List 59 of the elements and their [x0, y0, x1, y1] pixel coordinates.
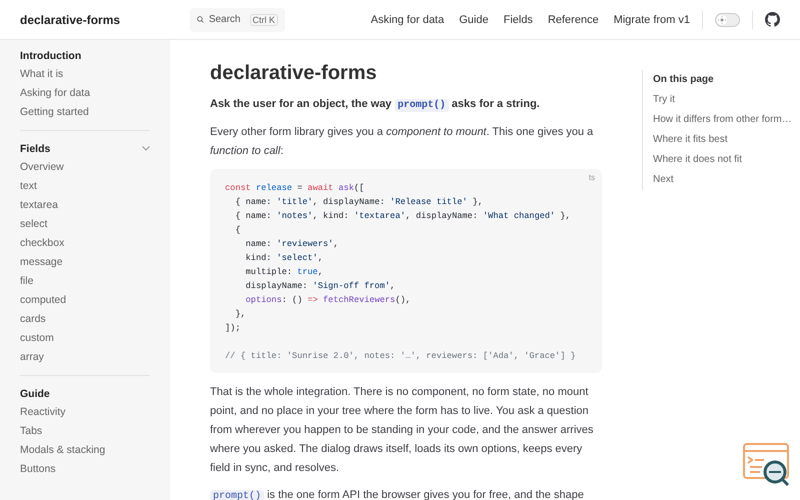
sidebar-link[interactable]: Reactivity [20, 403, 150, 422]
toc-link[interactable]: Where it fits best [653, 130, 793, 150]
nav-link[interactable]: Fields [503, 14, 533, 26]
sidebar-link[interactable]: Buttons [20, 460, 150, 479]
sidebar-link[interactable]: Asking for data [20, 84, 150, 103]
code-inspect-icon[interactable] [742, 442, 792, 488]
sidebar-link[interactable]: array [20, 348, 150, 367]
sun-icon [718, 16, 726, 24]
search-icon [197, 14, 204, 25]
sidebar-link[interactable]: What it is [20, 65, 150, 84]
sidebar-link[interactable]: cards [20, 310, 150, 329]
shortcut-hint: Ctrl K [250, 14, 278, 26]
sidebar-link[interactable]: custom [20, 329, 150, 348]
nav-link[interactable]: Guide [459, 14, 488, 26]
code-line: }, [234, 308, 246, 321]
code-line: name: 'reviewers', [244, 238, 338, 251]
code-line: const release = await ask([ [225, 182, 364, 195]
nav-link[interactable]: Migrate from v1 [614, 14, 690, 26]
paragraph: prompt() is the one form API the browser gives you for free, and the shape [210, 486, 602, 500]
code-line: { name: 'notes', kind: 'textarea', displayName: 'What changed' }, [234, 210, 571, 223]
code-line: { [234, 224, 240, 237]
page-title: declarative-forms [210, 62, 378, 85]
sidebar-link[interactable]: Getting started [20, 103, 150, 122]
search-button[interactable]: Search Ctrl K [190, 8, 285, 32]
sidebar-link[interactable]: Modals & stacking [20, 441, 150, 460]
paragraph: Every other form library gives you a component to mount. This one gives you a function to call: [210, 125, 594, 159]
nav-link[interactable]: Asking for data [370, 14, 444, 26]
toc-link[interactable]: Where it does not fit [653, 150, 793, 170]
code-line: ]); [225, 322, 240, 335]
sidebar-link[interactable]: select [20, 215, 150, 234]
sidebar-link[interactable]: computed [20, 291, 150, 310]
sidebar-link[interactable]: textarea [20, 196, 150, 215]
toc-link[interactable]: Try it [653, 90, 793, 110]
sidebar-group-title: Guide [20, 388, 50, 400]
sidebar-link[interactable]: file [20, 272, 150, 291]
language-label: ts [588, 173, 595, 182]
code-line: displayName: 'Sign-off from', [244, 280, 396, 293]
code-line: options: () => fetchReviewers(), [244, 294, 411, 307]
sidebar-link[interactable]: checkbox [20, 234, 150, 253]
toc-title: On this page [653, 73, 715, 87]
sidebar-link[interactable]: Overview [20, 158, 150, 177]
sidebar-group-title: Introduction [20, 50, 82, 62]
sidebar-link[interactable]: text [20, 177, 150, 196]
sidebar-link[interactable]: Tabs [20, 422, 150, 441]
sidebar-link[interactable]: message [20, 253, 150, 272]
theme-switch[interactable] [715, 12, 740, 26]
lead-sentence: Ask the user for an object, the way prompt() asks for a string. [210, 97, 541, 114]
nav-link[interactable]: Reference [548, 14, 599, 26]
toc-link[interactable]: Next [653, 170, 793, 190]
toc-link[interactable]: How it differs from other form… [653, 110, 793, 130]
code-line: // { title: 'Sunrise 2.0', notes: '…', reviewers: ['Ada', 'Grace'] } [225, 350, 576, 363]
code-line: { name: 'title', displayName: 'Release title' }, [234, 196, 483, 209]
site-title[interactable]: declarative-forms [20, 12, 190, 26]
chevron-icon[interactable] [142, 146, 150, 151]
github-icon[interactable] [765, 12, 780, 27]
code-line: kind: 'select', [244, 252, 324, 265]
code-line: multiple: true, [244, 266, 324, 279]
paragraph: That is the whole integration. There is no component, no form state, no mount point, and no place in your tree where the form has to live. You ask a question from wherever you happen to be standing in your code, and the answer arrives where you asked. The dialog draws itself, loads its own options, keeps every field in sync, and resolves. [210, 385, 594, 476]
sidebar-group-title: Fields [20, 142, 50, 154]
